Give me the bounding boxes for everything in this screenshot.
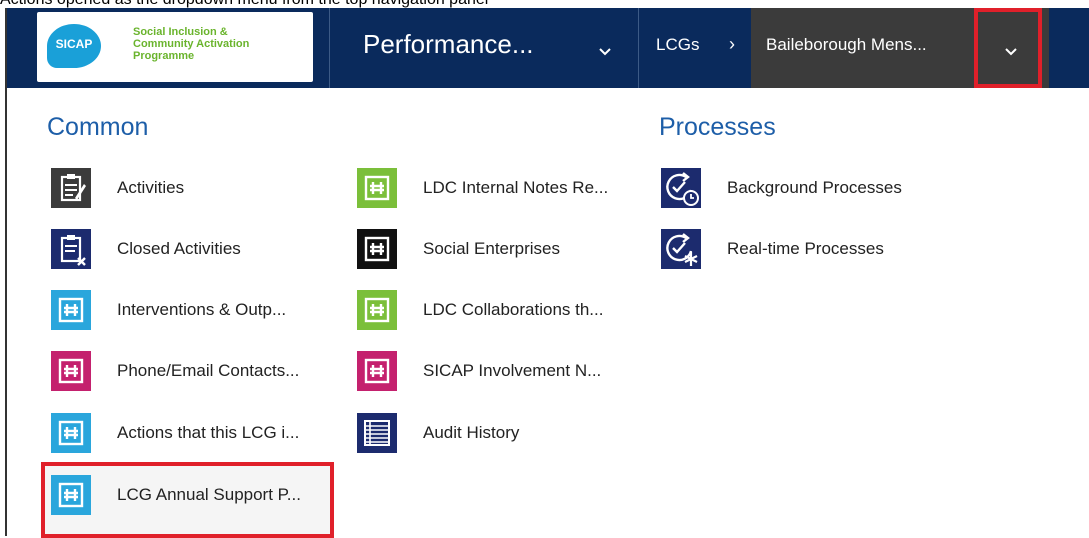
nav-divider: [638, 8, 639, 88]
logo-line: Programme: [133, 50, 195, 62]
menu-item-label: Social Enterprises: [423, 239, 561, 258]
background-process-icon: [661, 168, 701, 208]
crm-window: SICAP Social Inclusion & Community Activ…: [5, 8, 1089, 538]
section-title-common: Common: [47, 113, 149, 141]
activities-icon: [51, 168, 91, 208]
entity-icon: [51, 290, 91, 330]
menu-item-ldc-collaborations[interactable]: LDC Collaborations th...: [357, 290, 647, 342]
top-navigation-bar: SICAP Social Inclusion & Community Activ…: [7, 8, 1089, 88]
menu-item-label: Interventions & Outp...: [117, 300, 287, 319]
highlight-dropdown-box: [974, 8, 1042, 88]
section-title-processes: Processes: [659, 113, 776, 141]
menu-item-phone-email-contacts[interactable]: Phone/Email Contacts...: [51, 351, 341, 403]
menu-item-lcg-annual-support[interactable]: LCG Annual Support P...: [51, 475, 341, 527]
entity-icon: [357, 351, 397, 391]
menu-item-label: Audit History: [423, 423, 520, 442]
menu-item-label: Background Processes: [727, 178, 902, 197]
menu-item-ldc-internal-notes[interactable]: LDC Internal Notes Re...: [357, 168, 647, 220]
logo-line: Community Activation: [133, 38, 250, 50]
breadcrumb-separator: ›: [729, 34, 735, 54]
sicap-logo-mark: SICAP: [47, 24, 101, 68]
entity-icon: [357, 168, 397, 208]
menu-item-social-enterprises[interactable]: Social Enterprises: [357, 229, 647, 281]
menu-item-label: SICAP Involvement N...: [423, 361, 602, 380]
screenshot-caption: Actions opened as the dropdown menu from…: [0, 0, 1089, 8]
entity-icon: [51, 413, 91, 453]
chevron-down-icon: [597, 44, 613, 60]
menu-item-label: Phone/Email Contacts...: [117, 361, 300, 380]
entity-icon: [51, 351, 91, 391]
logo-badge-text: SICAP: [55, 37, 93, 51]
logo-line: Social Inclusion &: [133, 26, 228, 38]
menu-item-label: Actions that this LCG i...: [117, 423, 300, 442]
menu-item-background-processes[interactable]: Background Processes: [661, 168, 951, 220]
menu-item-label: LDC Collaborations th...: [423, 300, 604, 319]
entity-icon: [51, 475, 91, 515]
sicap-logo[interactable]: SICAP Social Inclusion & Community Activ…: [37, 12, 313, 82]
menu-item-activities[interactable]: Activities: [51, 168, 341, 220]
realtime-process-icon: [661, 229, 701, 269]
audit-history-icon: [357, 413, 397, 453]
menu-item-sicap-involvement[interactable]: SICAP Involvement N...: [357, 351, 647, 403]
logo-text: Social Inclusion & Community Activation …: [133, 26, 303, 62]
entity-icon: [357, 290, 397, 330]
menu-item-label: Activities: [117, 178, 185, 197]
closed-activities-icon: [51, 229, 91, 269]
menu-item-label: LDC Internal Notes Re...: [423, 178, 609, 197]
menu-item-interventions[interactable]: Interventions & Outp...: [51, 290, 341, 342]
area-title: Performance...: [363, 29, 534, 59]
nav-divider: [329, 8, 330, 88]
record-title-tab[interactable]: Baileborough Mens...: [751, 8, 981, 88]
menu-item-actions-lcg[interactable]: Actions that this LCG i...: [51, 413, 341, 465]
entity-icon: [357, 229, 397, 269]
menu-item-label: Closed Activities: [117, 239, 241, 258]
menu-item-audit-history[interactable]: Audit History: [357, 413, 647, 465]
breadcrumb-entity[interactable]: LCGs: [656, 34, 699, 56]
menu-item-label: Real-time Processes: [727, 239, 884, 258]
menu-item-realtime-processes[interactable]: Real-time Processes: [661, 229, 951, 281]
record-title: Baileborough Mens...: [766, 35, 927, 54]
menu-item-closed-activities[interactable]: Closed Activities: [51, 229, 341, 281]
menu-item-label: LCG Annual Support P...: [117, 485, 301, 504]
